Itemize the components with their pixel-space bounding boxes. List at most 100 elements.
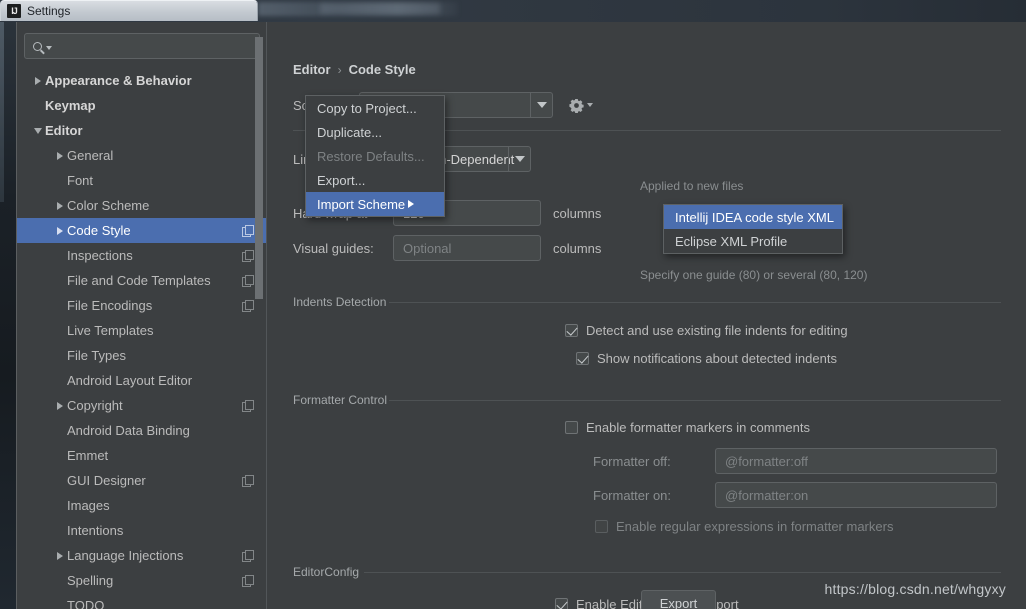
breadcrumb-parent[interactable]: Editor	[293, 62, 331, 77]
scheme-menu-item-copy-to-project[interactable]: Copy to Project...	[306, 96, 444, 120]
sidebar-item-label: Color Scheme	[67, 198, 150, 213]
import-scheme-submenu[interactable]: Intellij IDEA code style XML Eclipse XML …	[663, 204, 843, 254]
sidebar-item-editor[interactable]: Editor	[17, 118, 267, 143]
chevron-right-icon[interactable]	[53, 551, 67, 560]
enable-formatter-markers-row[interactable]: Enable formatter markers in comments	[565, 420, 810, 435]
scheme-menu-item-duplicate[interactable]: Duplicate...	[306, 120, 444, 144]
chevron-down-icon[interactable]	[31, 127, 45, 134]
copy-settings-icon[interactable]	[242, 225, 254, 237]
detect-indents-checkbox-row[interactable]: Detect and use existing file indents for…	[565, 323, 848, 338]
import-submenu-item-intellij-idea-code-style-xml[interactable]: Intellij IDEA code style XML	[664, 205, 842, 229]
chevron-right-icon[interactable]	[53, 226, 67, 235]
indents-detection-title: Indents Detection	[293, 295, 387, 309]
detect-indents-checkbox[interactable]	[565, 324, 578, 337]
scheme-context-menu[interactable]: Copy to Project... Duplicate... Restore De…	[305, 95, 445, 217]
sidebar-item-inspections[interactable]: Inspections	[17, 243, 267, 268]
sidebar-item-color-scheme[interactable]: Color Scheme	[17, 193, 267, 218]
enable-editorconfig-checkbox[interactable]	[555, 598, 568, 609]
menu-item-label: Copy to Project...	[317, 100, 417, 116]
import-submenu-item-eclipse-xml-profile[interactable]: Eclipse XML Profile	[664, 229, 842, 253]
formatter-on-row: Formatter on: @formatter:on	[593, 482, 997, 508]
formatter-off-label: Formatter off:	[593, 453, 671, 469]
chevron-right-icon[interactable]	[53, 401, 67, 410]
sidebar-item-general[interactable]: General	[17, 143, 267, 168]
sidebar-item-label: Copyright	[67, 398, 123, 413]
window-titlebar[interactable]: IJ Settings	[0, 0, 258, 21]
chevron-right-icon[interactable]	[53, 201, 67, 210]
menu-item-label: Export...	[317, 172, 366, 188]
sidebar-item-language-injections[interactable]: Language Injections	[17, 543, 267, 568]
show-notifications-checkbox[interactable]	[576, 352, 589, 365]
sidebar-item-label: File and Code Templates	[67, 273, 211, 288]
chevron-right-icon[interactable]	[53, 151, 67, 160]
show-notifications-checkbox-row[interactable]: Show notifications about detected indent…	[576, 351, 837, 366]
enable-formatter-markers-checkbox[interactable]	[565, 421, 578, 434]
line-separator-hint: Applied to new files	[640, 179, 744, 193]
sidebar-item-label: TODO	[67, 598, 105, 609]
enable-regex-formatter-label: Enable regular expressions in formatter …	[616, 519, 894, 534]
search-input[interactable]	[24, 33, 260, 59]
sidebar-item-intentions[interactable]: Intentions	[17, 518, 267, 543]
sidebar-item-appearance-behavior[interactable]: Appearance & Behavior	[17, 68, 267, 93]
sidebar-item-label: File Types	[67, 348, 127, 363]
sidebar-item-emmet[interactable]: Emmet	[17, 443, 267, 468]
sidebar-item-code-style[interactable]: Code Style	[17, 218, 267, 243]
sidebar-item-android-layout-editor[interactable]: Android Layout Editor	[17, 368, 267, 393]
chevron-right-icon[interactable]	[31, 76, 45, 85]
sidebar-item-gui-designer[interactable]: GUI Designer	[17, 468, 267, 493]
enable-regex-formatter-row[interactable]: Enable regular expressions in formatter …	[595, 519, 893, 534]
sidebar-item-file-types[interactable]: File Types	[17, 343, 267, 368]
sidebar-item-label: File Encodings	[67, 298, 153, 313]
copy-settings-icon[interactable]	[242, 575, 254, 587]
watermark: https://blog.csdn.net/whgyxy	[824, 581, 1006, 597]
scheme-menu-item-export[interactable]: Export...	[306, 168, 444, 192]
formatter-on-label: Formatter on:	[593, 487, 672, 503]
sidebar-item-spelling[interactable]: Spelling	[17, 568, 267, 593]
settings-tree[interactable]: Appearance & Behavior Keymap Editor General…	[17, 68, 267, 609]
export-button[interactable]: Export	[641, 590, 716, 609]
sidebar-item-label: Language Injections	[67, 548, 184, 563]
copy-settings-icon[interactable]	[242, 400, 254, 412]
formatter-on-input[interactable]: @formatter:on	[715, 482, 997, 508]
sidebar-item-label: Images	[67, 498, 110, 513]
sidebar-item-label: Android Data Binding	[67, 423, 190, 438]
scheme-menu-item-restore-defaults[interactable]: Restore Defaults...	[306, 144, 444, 168]
sidebar-item-android-data-binding[interactable]: Android Data Binding	[17, 418, 267, 443]
scheme-settings-gear-button[interactable]	[569, 98, 593, 113]
sidebar-item-live-templates[interactable]: Live Templates	[17, 318, 267, 343]
sidebar-item-file-encodings[interactable]: File Encodings	[17, 293, 267, 318]
menu-item-label: Duplicate...	[317, 124, 383, 140]
scheme-menu-item-import-scheme[interactable]: Import Scheme	[306, 192, 444, 216]
breadcrumb: Editor › Code Style	[293, 62, 416, 77]
sidebar-scrollbar-thumb[interactable]	[255, 37, 263, 299]
visual-guides-label: Visual guides:	[293, 240, 374, 256]
line-separator-dropdown-arrow-icon[interactable]	[508, 147, 530, 171]
sidebar-item-copyright[interactable]: Copyright	[17, 393, 267, 418]
scheme-dropdown-arrow-icon[interactable]	[530, 93, 552, 117]
sidebar-item-file-and-code-templates[interactable]: File and Code Templates	[17, 268, 267, 293]
copy-settings-icon[interactable]	[242, 475, 254, 487]
gear-dropdown-caret-icon	[587, 103, 593, 107]
copy-settings-icon[interactable]	[242, 250, 254, 262]
menu-item-label: Restore Defaults...	[317, 148, 425, 164]
screenshot-root: IJ Settings Appearance & Behavior Keymap E…	[0, 0, 1026, 609]
copy-settings-icon[interactable]	[242, 275, 254, 287]
sidebar-item-label: Live Templates	[67, 323, 154, 338]
editorconfig-line	[364, 572, 1001, 573]
copy-settings-icon[interactable]	[242, 300, 254, 312]
sidebar-item-font[interactable]: Font	[17, 168, 267, 193]
background-blurred-title-2	[320, 3, 440, 14]
intellij-idea-icon: IJ	[7, 4, 21, 18]
sidebar-item-label: GUI Designer	[67, 473, 146, 488]
copy-settings-icon[interactable]	[242, 550, 254, 562]
sidebar-item-keymap[interactable]: Keymap	[17, 93, 267, 118]
visual-guides-input[interactable]: Optional	[393, 235, 541, 261]
indents-detection-line	[389, 302, 1001, 303]
formatter-off-input[interactable]: @formatter:off	[715, 448, 997, 474]
sidebar-item-images[interactable]: Images	[17, 493, 267, 518]
submenu-arrow-icon	[408, 200, 432, 208]
sidebar-item-todo[interactable]: TODO	[17, 593, 267, 609]
sidebar-item-label: General	[67, 148, 114, 163]
enable-regex-formatter-checkbox[interactable]	[595, 520, 608, 533]
breadcrumb-current: Code Style	[348, 62, 416, 77]
